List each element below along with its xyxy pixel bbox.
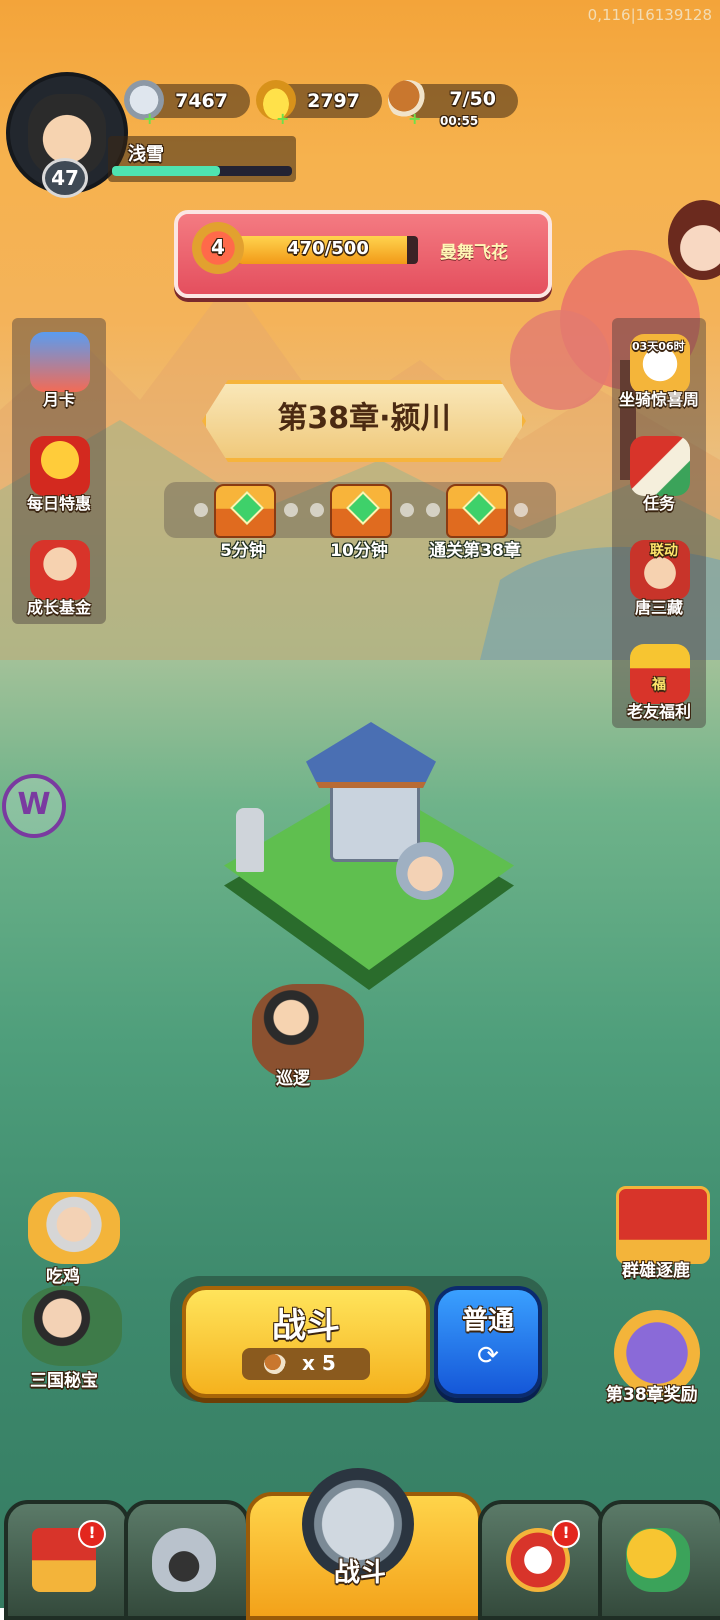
- rail-dot: [426, 503, 440, 517]
- nav-tab-equipment[interactable]: [478, 1500, 604, 1620]
- armored-soldier-icon: [396, 842, 454, 900]
- add-stamina-icon[interactable]: +: [408, 111, 424, 128]
- menu-tasks[interactable]: 任务: [604, 490, 714, 514]
- patrol-label: 巡逻: [276, 1069, 310, 1089]
- gold-value: 2797: [307, 90, 360, 112]
- rail-dot: [514, 503, 528, 517]
- rail-dot: [400, 503, 414, 517]
- menu-tang-sanzang[interactable]: 唐三藏: [604, 594, 714, 618]
- stamina-value: 7/50: [449, 88, 496, 110]
- menu-daily-deal[interactable]: 每日特惠: [4, 490, 114, 514]
- add-gold-icon[interactable]: +: [276, 111, 292, 128]
- chest-5min-label: 5分钟: [220, 541, 266, 561]
- player-name-bar: 浅雪: [108, 136, 296, 182]
- debug-coordinates: 0,116|16139128: [587, 6, 712, 24]
- treasure-hero-icon[interactable]: [22, 1286, 122, 1366]
- stone-monument: [236, 808, 264, 872]
- rail-dot: [310, 503, 324, 517]
- exp-bar-fill: [112, 166, 220, 176]
- quest-title: 曼舞飞花: [440, 243, 508, 263]
- nav-battle-label: 战斗: [333, 1558, 386, 1588]
- quest-rank-medal: 4: [192, 222, 244, 274]
- chest-10min-label: 10分钟: [330, 541, 388, 561]
- chapter-title[interactable]: 第38章·颍川: [202, 380, 526, 462]
- chicken-hero-icon[interactable]: [28, 1192, 120, 1264]
- menu-growth-fund[interactable]: 成长基金: [4, 594, 114, 618]
- rail-dot: [194, 503, 208, 517]
- stamina-timer: 00:55: [440, 114, 479, 128]
- nav-tab-growth[interactable]: [598, 1500, 720, 1620]
- banner-icon[interactable]: [616, 1186, 710, 1264]
- chest-5min[interactable]: [214, 484, 276, 538]
- gem-icon: [462, 491, 496, 525]
- rail-dot: [284, 503, 298, 517]
- chest-chapter-clear[interactable]: [446, 484, 508, 538]
- silver-value: 7467: [175, 90, 228, 112]
- eat-chicken-label[interactable]: 吃鸡: [46, 1262, 80, 1287]
- nav-tab-city[interactable]: [4, 1500, 130, 1620]
- fortune-tag: 福: [652, 677, 666, 693]
- fight-button-label: 战斗: [272, 1306, 340, 1346]
- city-alert-badge: !: [78, 1520, 106, 1548]
- gift-bag-icon[interactable]: [30, 436, 90, 496]
- gem-icon: [230, 491, 264, 525]
- mode-label: 普通: [461, 1306, 514, 1336]
- chest-10min[interactable]: [330, 484, 392, 538]
- player-level-badge: 47: [42, 158, 88, 198]
- menu-mount-week[interactable]: 坐骑惊喜周: [604, 386, 714, 410]
- quest-progress-text: 470/500: [287, 238, 369, 259]
- scroll-icon[interactable]: [630, 436, 690, 496]
- refresh-icon: ⟳: [477, 1341, 499, 1371]
- exp-bar: [112, 166, 292, 176]
- fight-cost-value: x 5: [302, 1351, 336, 1375]
- player-name: 浅雪: [128, 144, 164, 165]
- w-floating-icon[interactable]: W: [2, 774, 66, 838]
- chest-chapter-clear-label: 通关第38章: [429, 541, 521, 561]
- helmet-icon: [152, 1528, 216, 1592]
- fist-arrow-icon: [626, 1528, 690, 1592]
- nav-tab-heroes[interactable]: [124, 1500, 250, 1620]
- three-kingdoms-treasure-label[interactable]: 三国秘宝: [30, 1366, 98, 1391]
- meat-icon: [264, 1354, 286, 1374]
- menu-old-friend-welfare[interactable]: 老友福利: [604, 698, 714, 722]
- fight-cost: x 5: [242, 1348, 370, 1380]
- warlords-label[interactable]: 群雄逐鹿: [622, 1256, 690, 1281]
- equipment-alert-badge: !: [552, 1520, 580, 1548]
- fortune-god-icon[interactable]: [30, 540, 90, 600]
- calendar-card-icon[interactable]: [30, 332, 90, 392]
- add-silver-icon[interactable]: +: [143, 111, 159, 128]
- collab-tag: 联动: [650, 543, 678, 559]
- menu-monthly-card[interactable]: 月卡: [4, 386, 114, 410]
- chapter-reward-label[interactable]: 第38章奖励: [606, 1380, 698, 1405]
- mount-event-timer: 03天06时: [632, 340, 685, 353]
- gem-icon: [346, 491, 380, 525]
